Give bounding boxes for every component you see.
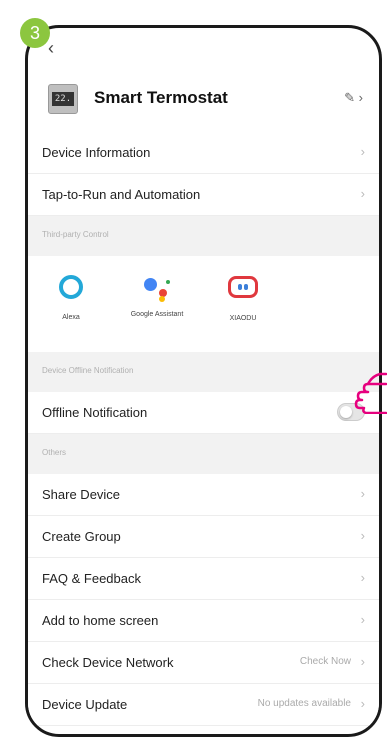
check-device-network-row[interactable]: Check Device Network Check Now › [28, 642, 379, 684]
pointing-hand-icon [354, 372, 387, 414]
step-number-badge: 3 [20, 18, 50, 48]
chevron-right-icon: › [360, 528, 365, 543]
row-label: Offline Notification [42, 405, 148, 420]
share-device-row[interactable]: Share Device › [28, 474, 379, 516]
row-value: No updates available [257, 698, 351, 709]
row-label: Check Device Network [42, 655, 174, 670]
google-assistant-icon [142, 272, 172, 302]
third-party-control-panel: Alexa Google Assistant XIAODU [28, 256, 379, 352]
alexa-icon [56, 275, 86, 305]
row-label: Create Group [42, 529, 121, 544]
row-label: Add to home screen [42, 613, 159, 628]
google-assistant-label: Google Assistant [130, 311, 184, 318]
xiaodu-icon [228, 276, 258, 306]
xiaodu-item[interactable]: XIAODU [210, 272, 276, 323]
alexa-item[interactable]: Alexa [38, 272, 104, 322]
device-title: Smart Termostat [94, 88, 228, 107]
xiaodu-label: XIAODU [229, 315, 257, 322]
edit-name-icon[interactable]: ✎ › [344, 90, 363, 106]
row-label: FAQ & Feedback [42, 571, 141, 586]
row-label: Device Information [42, 145, 151, 160]
create-group-row[interactable]: Create Group › [28, 516, 379, 558]
chevron-right-icon: › [360, 570, 365, 585]
faq-feedback-row[interactable]: FAQ & Feedback › [28, 558, 379, 600]
row-label: Tap-to-Run and Automation [42, 187, 201, 202]
device-thumbnail-icon: 22. [48, 84, 78, 114]
row-label: Share Device [42, 487, 121, 502]
chevron-right-icon: › [360, 612, 365, 627]
row-value: Check Now [299, 656, 351, 667]
section-title: Others [42, 448, 67, 457]
alexa-label: Alexa [62, 314, 80, 321]
device-information-row[interactable]: Device Information › [28, 132, 379, 174]
chevron-right-icon: › [360, 186, 365, 201]
offline-notification-row: Offline Notification [28, 392, 379, 434]
chevron-right-icon: › [360, 654, 365, 669]
google-assistant-item[interactable]: Google Assistant [124, 272, 190, 319]
device-header: 22. Smart Termostat ✎ › [28, 68, 379, 128]
chevron-right-icon: › [360, 144, 365, 159]
phone-screen: ‹ 22. Smart Termostat ✎ › Device Informa… [25, 25, 382, 737]
add-to-home-screen-row[interactable]: Add to home screen › [28, 600, 379, 642]
chevron-right-icon: › [360, 486, 365, 501]
offline-section-header: Device Offline Notification [28, 352, 379, 392]
device-thumbnail-text: 22. [52, 92, 74, 106]
third-party-section-header: Third-party Control [28, 216, 379, 256]
others-section-header: Others [28, 434, 379, 474]
section-title: Device Offline Notification [42, 366, 134, 375]
back-arrow-icon[interactable]: ‹ [48, 38, 54, 59]
chevron-right-icon: › [360, 696, 365, 711]
tap-to-run-row[interactable]: Tap-to-Run and Automation › [28, 174, 379, 216]
device-update-row[interactable]: Device Update No updates available › [28, 684, 379, 726]
row-label: Device Update [42, 697, 128, 712]
section-title: Third-party Control [42, 230, 109, 239]
